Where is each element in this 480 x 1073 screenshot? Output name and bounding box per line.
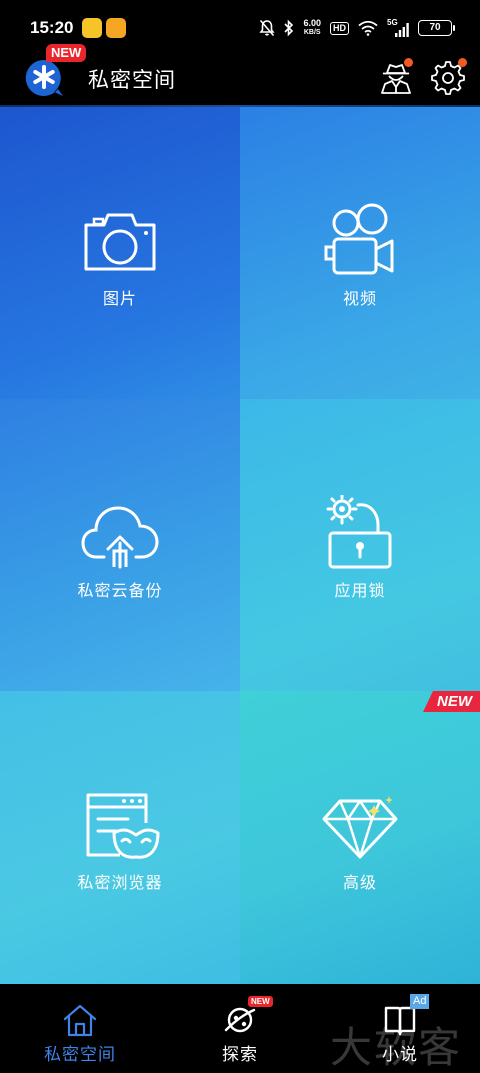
tile-cloud-backup[interactable]: 私密云备份	[0, 399, 240, 691]
mute-bell-icon	[259, 19, 276, 37]
novel-ad-badge: Ad	[410, 994, 430, 1009]
tile-advanced[interactable]: NEW 高级	[240, 691, 480, 984]
explore-new-badge: NEW	[248, 996, 273, 1007]
wifi-icon	[358, 20, 378, 36]
cloud-upload-icon	[81, 506, 159, 569]
tile-app-lock[interactable]: 应用锁	[240, 399, 480, 691]
hd-badge: HD	[330, 21, 349, 35]
tile-label: 图片	[102, 291, 137, 308]
tile-label: 私密云备份	[77, 583, 163, 600]
cell-signal: 5G	[387, 18, 409, 37]
tile-private-browser[interactable]: 私密浏览器	[0, 691, 240, 984]
cell-signal-icon	[395, 23, 409, 37]
tile-label: 高级	[342, 875, 377, 892]
nav-label: 探索	[222, 1045, 258, 1064]
settings-notification-dot	[458, 58, 467, 67]
spy-notification-dot	[404, 58, 413, 67]
nav-explore[interactable]: NEW 探索	[160, 984, 320, 1073]
home-icon	[63, 1004, 97, 1037]
video-camera-icon	[324, 203, 394, 275]
tile-pictures[interactable]: 图片	[0, 107, 240, 399]
status-time: 15:20	[30, 18, 74, 37]
settings-button[interactable]	[430, 58, 467, 96]
bottom-nav: 私密空间 NEW 探索 Ad 小说 大软客	[0, 984, 480, 1073]
spy-button[interactable]	[378, 58, 414, 96]
app-logo-icon	[25, 59, 64, 96]
network-speed-unit: KB/S	[303, 29, 321, 36]
status-indicators: 6.00 KB/S HD 5G 70	[259, 17, 455, 39]
network-speed: 6.00 KB/S	[303, 18, 321, 38]
diamond-icon	[322, 796, 398, 859]
tile-label: 私密浏览器	[77, 875, 163, 892]
nav-label: 私密空间	[44, 1045, 116, 1064]
app-header: NEW 私密空间	[0, 44, 480, 107]
nav-private-space[interactable]: 私密空间	[0, 984, 160, 1073]
private-browser-icon	[86, 793, 160, 859]
bluetooth-icon	[284, 19, 294, 37]
tile-videos[interactable]: 视频	[240, 107, 480, 399]
feature-grid: 图片 视频 私密云备份 应用锁 私密浏览器 NEW 高级	[0, 107, 480, 984]
battery-indicator: 70	[418, 20, 455, 36]
game-notification-icon	[106, 18, 126, 38]
weibo-notification-icon	[82, 18, 102, 38]
network-speed-value: 6.00	[303, 18, 321, 28]
logo-new-badge: NEW	[46, 44, 87, 62]
page-title: 私密空间	[88, 69, 176, 92]
advanced-new-badge: NEW	[423, 691, 480, 712]
app-logo	[24, 58, 64, 98]
app-lock-icon	[326, 495, 392, 569]
camera-icon	[84, 213, 156, 271]
tile-label: 应用锁	[334, 583, 386, 600]
tile-label: 视频	[342, 291, 377, 308]
watermark: 大软客	[330, 1023, 463, 1072]
planet-icon	[224, 1007, 256, 1033]
